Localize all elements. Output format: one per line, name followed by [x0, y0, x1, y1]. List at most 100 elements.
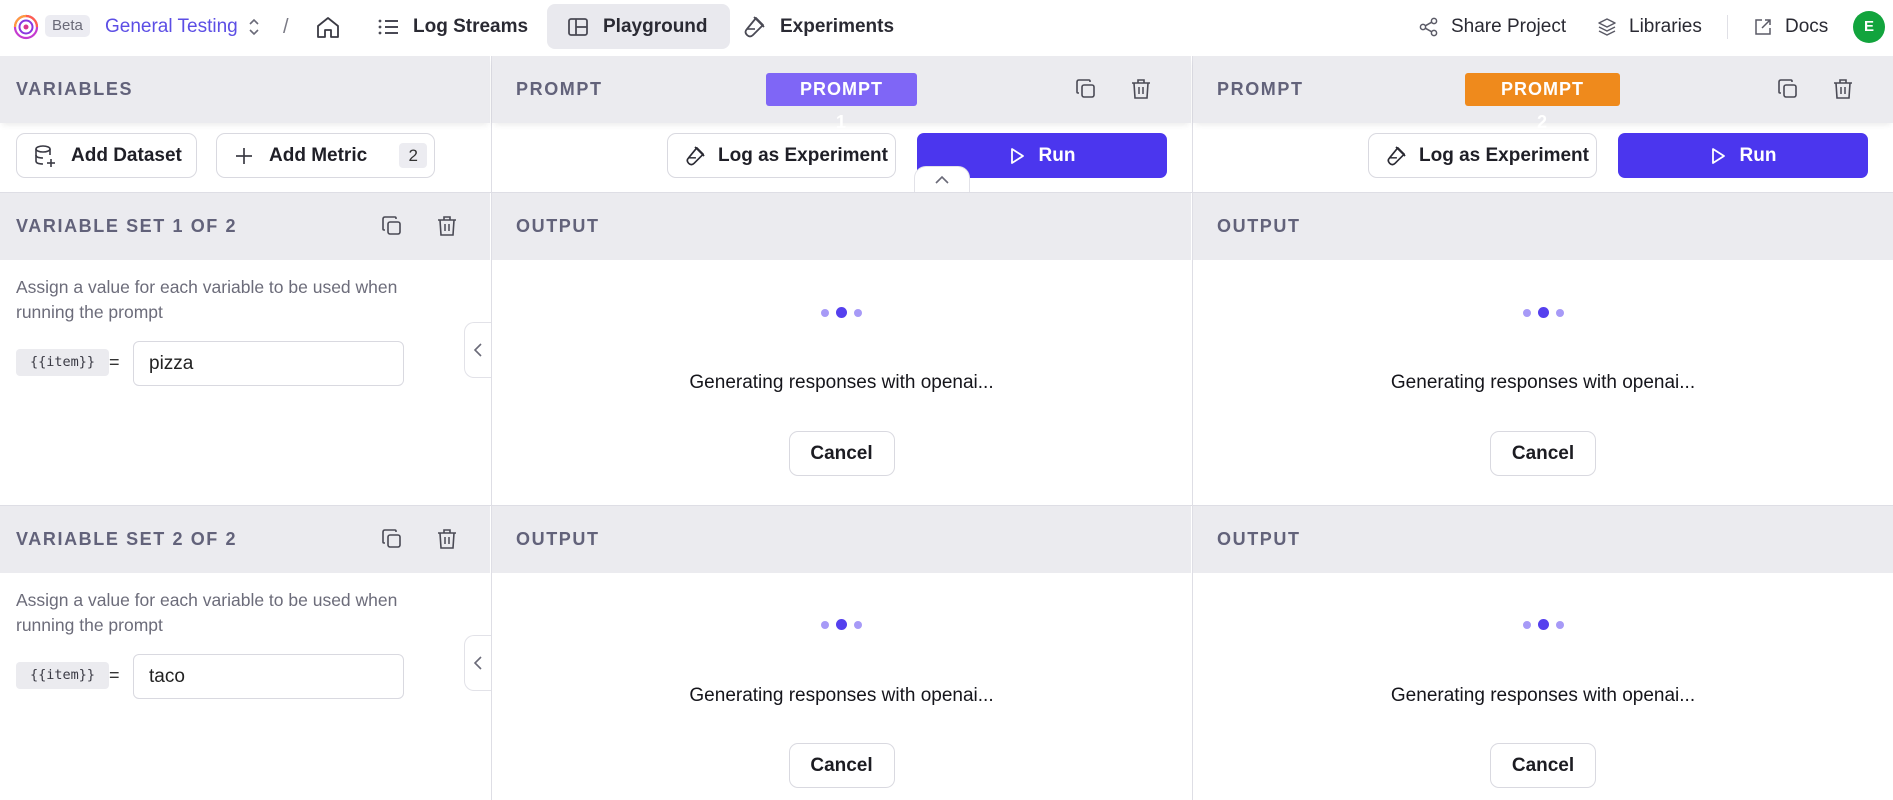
cancel-button[interactable]: Cancel: [1490, 743, 1596, 788]
output-header: OUTPUT: [492, 193, 1191, 260]
nav-label: Playground: [603, 15, 708, 37]
libraries-link[interactable]: Libraries: [1597, 13, 1702, 41]
run-button[interactable]: Run: [1618, 133, 1868, 178]
share-project-label: Share Project: [1451, 16, 1567, 37]
copy-icon: [382, 216, 401, 235]
breadcrumb-separator: /: [283, 16, 289, 38]
copy-icon: [382, 529, 401, 548]
variable-value-input[interactable]: [133, 341, 404, 386]
home-icon[interactable]: [315, 15, 341, 39]
equals-sign: =: [109, 665, 120, 685]
prompt-title: PROMPT: [1217, 79, 1304, 99]
duplicate-prompt-button[interactable]: [1072, 75, 1100, 103]
variable-set-header: VARIABLE SET 2 OF 2: [0, 506, 490, 573]
variable-set-title: VARIABLE SET 1 OF 2: [16, 216, 238, 236]
trash-icon: [1834, 79, 1852, 99]
add-metric-button[interactable]: Add Metric 2: [216, 133, 435, 178]
flask-icon: [1387, 145, 1406, 165]
cancel-button[interactable]: Cancel: [1490, 431, 1596, 476]
delete-prompt-button[interactable]: [1127, 75, 1155, 103]
docs-link[interactable]: Docs: [1753, 13, 1828, 41]
chevron-updown-icon[interactable]: [247, 17, 261, 37]
prompt-2-badge[interactable]: PROMPT 2: [1465, 73, 1620, 132]
generating-status: Generating responses with openai...: [689, 685, 994, 706]
copy-icon: [1778, 79, 1797, 98]
loading-dots: [1193, 619, 1893, 630]
flask-icon: [744, 15, 765, 37]
chevron-left-icon: [473, 656, 482, 670]
duplicate-variable-set-button[interactable]: [378, 212, 406, 240]
prompt-1-panel: PROMPT PROMPT 1 Log as Experiment Run OU…: [491, 56, 1191, 800]
delete-variable-set-button[interactable]: [433, 212, 461, 240]
generating-status: Generating responses with openai...: [1390, 685, 1696, 706]
app-logo-icon[interactable]: [13, 14, 39, 40]
run-label: Run: [1739, 144, 1777, 166]
prompt-header: PROMPT PROMPT 1: [492, 56, 1191, 132]
play-icon: [1010, 147, 1024, 164]
trash-icon: [438, 529, 456, 549]
variable-set-description: Assign a value for each variable to be u…: [16, 277, 398, 322]
generating-status: Generating responses with openai...: [1390, 372, 1696, 393]
nav-label: Experiments: [780, 15, 895, 37]
external-link-icon: [1755, 19, 1771, 35]
nav-divider: [1727, 15, 1728, 39]
nav-log-streams[interactable]: Log Streams: [357, 4, 550, 49]
variable-set-title: VARIABLE SET 2 OF 2: [16, 529, 238, 549]
nav-playground[interactable]: Playground: [547, 4, 730, 49]
copy-icon: [1076, 79, 1095, 98]
log-as-experiment-button[interactable]: Log as Experiment: [1368, 133, 1597, 178]
run-label: Run: [1038, 144, 1076, 166]
loading-dots: [1193, 307, 1893, 318]
output-header: OUTPUT: [492, 506, 1191, 573]
delete-variable-set-button[interactable]: [433, 525, 461, 553]
share-project-link[interactable]: Share Project: [1419, 13, 1566, 41]
cancel-button[interactable]: Cancel: [788, 431, 895, 476]
trash-icon: [1132, 79, 1150, 99]
prompt-header: PROMPT PROMPT 2: [1193, 56, 1893, 132]
variables-title: VARIABLES: [16, 79, 134, 99]
libraries-label: Libraries: [1629, 16, 1702, 37]
variables-header: VARIABLES: [0, 56, 490, 123]
add-metric-label: Add Metric: [269, 144, 368, 166]
layers-icon: [1598, 18, 1616, 36]
beta-badge: Beta: [45, 15, 90, 37]
collapse-panel-button[interactable]: [464, 322, 491, 378]
prompt-1-badge[interactable]: PROMPT 1: [766, 73, 917, 132]
duplicate-prompt-button[interactable]: [1774, 75, 1802, 103]
collapse-toolbar-button[interactable]: [914, 166, 970, 192]
docs-label: Docs: [1785, 16, 1829, 37]
output-title: OUTPUT: [1217, 216, 1301, 236]
plus-icon: [236, 147, 252, 164]
variable-name-chip: {{item}}: [16, 662, 110, 689]
list-icon: [378, 19, 398, 34]
output-header: OUTPUT: [1193, 506, 1893, 573]
project-name[interactable]: General Testing: [105, 14, 238, 40]
variable-value-input[interactable]: [133, 654, 404, 699]
prompt-title: PROMPT: [516, 79, 603, 99]
chevron-left-icon: [473, 343, 482, 357]
row-divider: [0, 505, 1893, 506]
prompt-2-panel: PROMPT PROMPT 2 Log as Experiment Run OU…: [1192, 56, 1893, 800]
avatar[interactable]: E: [1853, 11, 1885, 43]
log-as-experiment-label: Log as Experiment: [718, 144, 888, 166]
variable-set-header: VARIABLE SET 1 OF 2: [0, 193, 490, 260]
loading-dots: [492, 307, 1191, 318]
delete-prompt-button[interactable]: [1829, 75, 1857, 103]
collapse-panel-button[interactable]: [464, 635, 491, 691]
variables-panel: VARIABLES Add Dataset Add Metric 2 VARIA…: [0, 56, 491, 800]
add-dataset-label: Add Dataset: [71, 144, 182, 166]
log-as-experiment-button[interactable]: Log as Experiment: [667, 133, 896, 178]
cancel-button[interactable]: Cancel: [788, 743, 895, 788]
duplicate-variable-set-button[interactable]: [378, 525, 406, 553]
log-as-experiment-label: Log as Experiment: [1419, 144, 1589, 166]
database-add-icon: [35, 144, 55, 167]
variable-set-description: Assign a value for each variable to be u…: [16, 590, 398, 635]
trash-icon: [438, 216, 456, 236]
flask-icon: [686, 145, 705, 165]
layout-icon: [568, 17, 588, 36]
top-nav: Beta General Testing / Log Streams Playg…: [0, 0, 1893, 54]
nav-experiments[interactable]: Experiments: [722, 4, 916, 49]
output-title: OUTPUT: [1217, 529, 1301, 549]
variable-name-chip: {{item}}: [16, 349, 110, 376]
add-dataset-button[interactable]: Add Dataset: [16, 133, 197, 178]
